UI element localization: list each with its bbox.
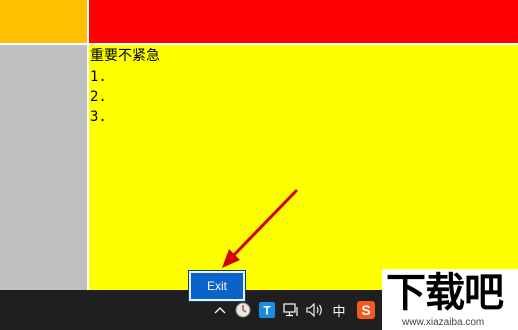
note-panel[interactable]: 重要不紧急 1. 2. 3.: [89, 45, 518, 290]
ime-label: 中: [332, 304, 346, 320]
note-item-3: 3.: [90, 108, 107, 125]
note-title: 重要不紧急: [90, 48, 160, 64]
top-right-cell: [89, 0, 518, 43]
watermark-url: www.xiazaiba.com: [402, 317, 485, 328]
chevron-up-icon[interactable]: [212, 300, 228, 320]
ime-icon[interactable]: 中: [330, 300, 348, 320]
sogou-icon[interactable]: S: [356, 300, 376, 320]
svg-text:T: T: [263, 304, 271, 318]
top-left-cell: [0, 0, 87, 43]
volume-icon[interactable]: [306, 300, 324, 320]
note-item-2: 2.: [90, 88, 107, 105]
exit-button-label: Exit: [206, 279, 227, 293]
watermark: 下载吧 www.xiazaiba.com: [382, 269, 518, 330]
exit-button[interactable]: Exit: [189, 271, 245, 301]
network-icon[interactable]: [282, 300, 300, 320]
left-column-cell: [0, 45, 87, 290]
sogou-label: S: [361, 302, 370, 318]
note-item-1: 1.: [90, 68, 107, 85]
watermark-logo-text: 下载吧: [386, 270, 504, 316]
t-app-icon[interactable]: T: [258, 300, 276, 320]
update-icon[interactable]: [234, 300, 252, 320]
